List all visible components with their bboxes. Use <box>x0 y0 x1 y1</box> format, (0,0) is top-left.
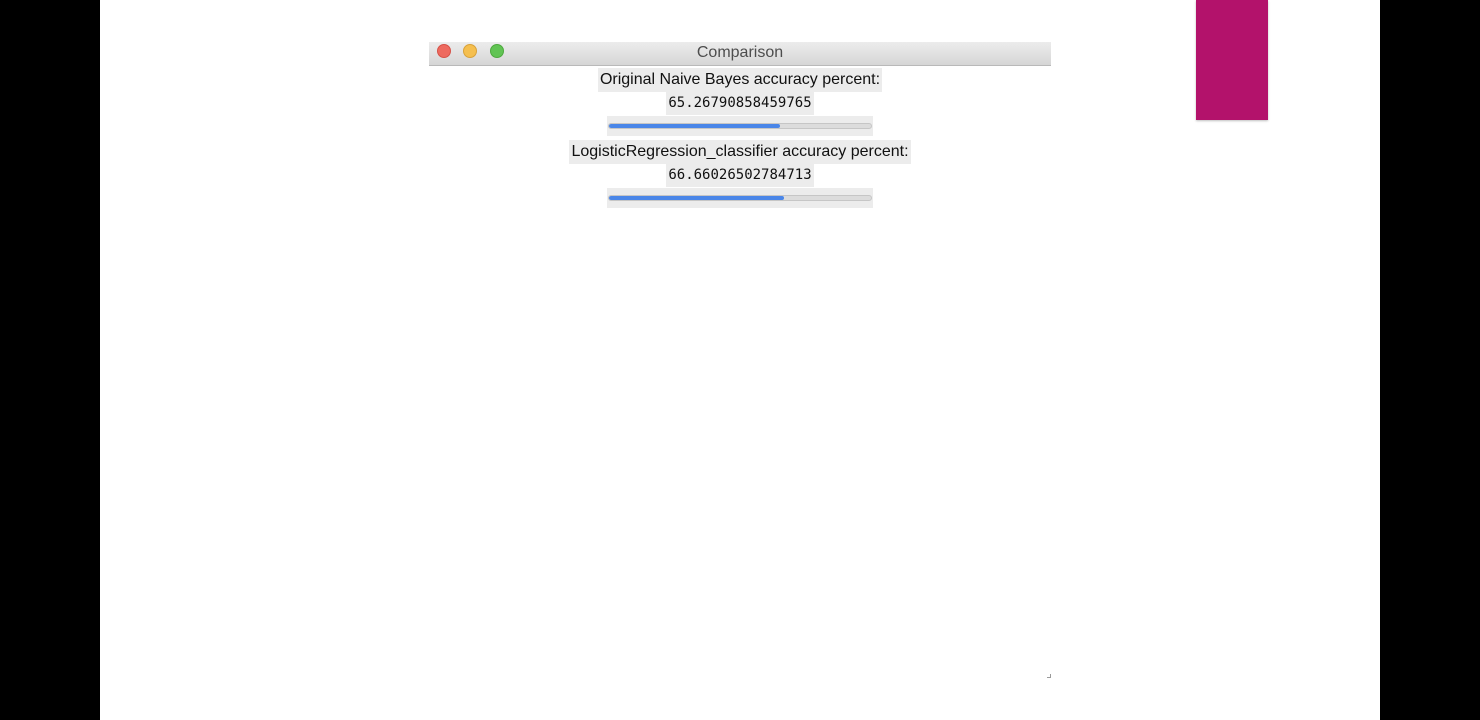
window-content: Original Naive Bayes accuracy percent: 6… <box>429 66 1051 208</box>
window-title: Comparison <box>696 44 784 61</box>
naive-bayes-accuracy-label: Original Naive Bayes accuracy percent: <box>597 68 883 92</box>
side-color-block <box>1196 0 1268 120</box>
naive-bayes-progress-fill <box>609 124 780 128</box>
title-bar[interactable]: Comparison <box>429 42 1051 66</box>
logistic-regression-progress-bar <box>607 188 873 208</box>
logistic-regression-progress-fill <box>609 196 784 200</box>
naive-bayes-progress-bar <box>607 116 873 136</box>
logistic-regression-progress-track <box>608 195 872 201</box>
resize-grip-icon[interactable] <box>1047 674 1051 678</box>
comparison-window: Comparison Original Naive Bayes accuracy… <box>429 42 1051 678</box>
logistic-regression-accuracy-value: 66.66026502784713 <box>666 164 814 187</box>
naive-bayes-accuracy-value: 65.26790858459765 <box>666 92 814 115</box>
desktop-screen: Comparison Original Naive Bayes accuracy… <box>100 0 1380 720</box>
logistic-regression-accuracy-label: LogisticRegression_classifier accuracy p… <box>569 140 911 164</box>
naive-bayes-progress-track <box>608 123 872 129</box>
